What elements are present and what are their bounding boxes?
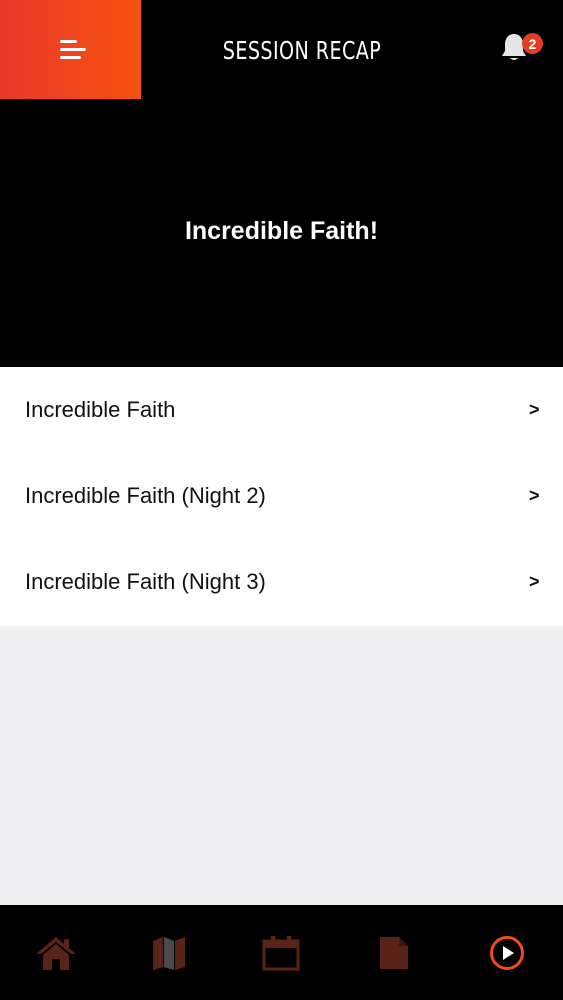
home-icon <box>36 936 77 970</box>
chevron-right-icon: > <box>529 571 540 592</box>
notification-badge: 2 <box>522 33 543 54</box>
session-list: Incredible Faith > Incredible Faith (Nig… <box>0 367 563 626</box>
list-item[interactable]: Incredible Faith > <box>0 367 563 453</box>
chevron-right-icon: > <box>529 399 540 420</box>
notifications-button[interactable]: 2 <box>500 30 543 66</box>
document-icon <box>380 936 409 969</box>
hero-banner: Incredible Faith! <box>0 100 563 367</box>
list-item-label: Incredible Faith (Night 2) <box>25 483 266 508</box>
nav-notes[interactable] <box>338 905 451 1000</box>
nav-map[interactable] <box>113 905 226 1000</box>
list-item-label: Incredible Faith (Night 3) <box>25 569 266 594</box>
play-icon <box>489 935 524 970</box>
hamburger-icon <box>59 39 86 60</box>
top-bar: SESSION RECAP 2 <box>0 0 563 100</box>
map-icon <box>152 936 185 970</box>
nav-home[interactable] <box>0 905 113 1000</box>
nav-media[interactable] <box>450 905 563 1000</box>
menu-button[interactable] <box>0 0 141 99</box>
list-item-label: Incredible Faith <box>25 397 176 422</box>
calendar-icon <box>262 935 300 970</box>
list-item[interactable]: Incredible Faith (Night 2) > <box>0 453 563 539</box>
bottom-nav <box>0 905 563 1000</box>
nav-calendar[interactable] <box>225 905 338 1000</box>
list-item[interactable]: Incredible Faith (Night 3) > <box>0 539 563 625</box>
page-title: SESSION RECAP <box>222 35 382 65</box>
hero-title: Incredible Faith! <box>184 217 379 245</box>
chevron-right-icon: > <box>529 485 540 506</box>
